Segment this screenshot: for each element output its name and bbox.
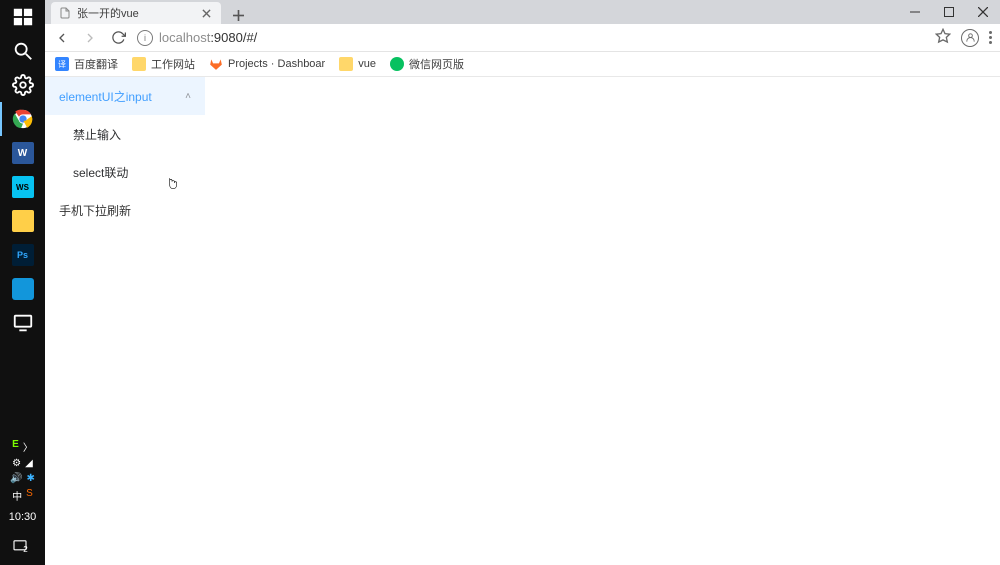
tray-sogou-icon[interactable]: S [26, 488, 33, 503]
menu-sub-select-link[interactable]: select联动 [45, 153, 205, 191]
close-icon [978, 7, 988, 17]
photoshop-icon: Ps [12, 244, 34, 266]
plus-icon [233, 10, 244, 21]
webstorm-icon: WS [12, 176, 34, 198]
bookmark-bar: 译 百度翻译 工作网站 Projects · Dashboar vue 微信网页… [45, 52, 1000, 77]
tab-title: 张一开的vue [77, 5, 139, 21]
taskbar-webstorm[interactable]: WS [0, 170, 45, 204]
profile-button[interactable] [961, 29, 979, 47]
volume-icon[interactable]: 🔊 [10, 473, 22, 484]
menu-item-elementui-input[interactable]: elementUI之input ˄ [45, 77, 205, 115]
maximize-icon [944, 7, 954, 17]
menu-label: 手机下拉刷新 [59, 202, 131, 219]
url-text: localhost:9080/#/ [159, 30, 257, 45]
translate-icon: 译 [55, 57, 69, 71]
chrome-window: 张一开的vue [45, 0, 1000, 565]
chrome-icon [12, 108, 34, 130]
forward-button[interactable] [81, 29, 99, 47]
bookmark-label: 工作网站 [151, 56, 195, 72]
close-icon [202, 9, 211, 18]
close-window-button[interactable] [966, 0, 1000, 24]
minimize-icon [910, 7, 920, 17]
wifi-icon[interactable]: ◢ [25, 458, 33, 469]
reload-icon [111, 30, 126, 45]
taskbar-mobile-app[interactable] [0, 272, 45, 306]
notification-badge: 2 [23, 545, 27, 554]
user-icon [965, 32, 976, 43]
tray-app-icon[interactable]: ✱ [27, 473, 35, 484]
content-area [205, 77, 1000, 565]
bookmark-label: vue [358, 58, 376, 70]
site-info-icon[interactable]: i [137, 30, 153, 46]
chevron-up-icon: ˄ [185, 91, 191, 102]
gear-icon [12, 74, 34, 96]
back-button[interactable] [53, 29, 71, 47]
start-button[interactable] [0, 0, 45, 34]
bookmark-gitlab[interactable]: Projects · Dashboar [209, 57, 325, 71]
page-viewport: elementUI之input ˄ 禁止输入 select联动 手机下拉刷新 [45, 77, 1000, 565]
taskbar-explorer[interactable] [0, 204, 45, 238]
arrow-right-icon [82, 30, 98, 46]
bookmark-baidu-translate[interactable]: 译 百度翻译 [55, 56, 118, 72]
folder-icon [132, 57, 146, 71]
menu-label: select联动 [73, 164, 128, 181]
ime-indicator[interactable]: 中 [12, 488, 22, 503]
wechat-icon [390, 57, 404, 71]
minimize-button[interactable] [898, 0, 932, 24]
taskbar-settings[interactable] [0, 68, 45, 102]
notification-center[interactable]: 2 [0, 533, 45, 559]
word-icon: W [12, 142, 34, 164]
taskbar-monitor-app[interactable] [0, 306, 45, 340]
menu-label: 禁止输入 [73, 126, 121, 143]
bookmark-label: 百度翻译 [74, 56, 118, 72]
taskbar-photoshop[interactable]: Ps [0, 238, 45, 272]
monitor-icon [12, 312, 34, 334]
mobile-icon [12, 278, 34, 300]
menu-sub-disable-input[interactable]: 禁止输入 [45, 115, 205, 153]
maximize-button[interactable] [932, 0, 966, 24]
address-bar[interactable]: i localhost:9080/#/ [137, 30, 925, 46]
search-icon [12, 40, 34, 62]
menu-label: elementUI之input [59, 88, 152, 105]
bookmark-folder-vue[interactable]: vue [339, 57, 376, 71]
windows-taskbar: W WS Ps E 〉 ⚙ ◢ [0, 0, 45, 565]
taskbar-search[interactable] [0, 34, 45, 68]
page-icon [59, 7, 71, 19]
bookmark-label: Projects · Dashboar [228, 58, 325, 70]
taskbar-word[interactable]: W [0, 136, 45, 170]
chevron-up-icon[interactable]: 〉 [23, 439, 33, 454]
taskbar-clock[interactable]: 10:30 [9, 505, 37, 533]
browser-tab[interactable]: 张一开的vue [51, 2, 221, 24]
tray-expand-icon[interactable]: E [12, 439, 19, 454]
windows-icon [12, 6, 34, 28]
window-controls [898, 0, 1000, 24]
folder-icon [339, 57, 353, 71]
bookmark-star-button[interactable] [935, 28, 951, 48]
folder-icon [12, 210, 34, 232]
reload-button[interactable] [109, 29, 127, 47]
network-icon[interactable]: ⚙ [12, 458, 21, 469]
arrow-left-icon [54, 30, 70, 46]
star-icon [935, 28, 951, 44]
kebab-dot-icon [989, 31, 992, 34]
new-tab-button[interactable] [227, 6, 249, 24]
side-menu: elementUI之input ˄ 禁止输入 select联动 手机下拉刷新 [45, 77, 205, 565]
chrome-menu-button[interactable] [989, 31, 992, 44]
taskbar-chrome[interactable] [0, 102, 45, 136]
browser-toolbar: i localhost:9080/#/ [45, 24, 1000, 52]
bookmark-wechat[interactable]: 微信网页版 [390, 56, 464, 72]
gitlab-icon [209, 57, 223, 71]
bookmark-folder-work[interactable]: 工作网站 [132, 56, 195, 72]
bookmark-label: 微信网页版 [409, 56, 464, 72]
tab-strip: 张一开的vue [45, 0, 1000, 24]
menu-item-mobile-refresh[interactable]: 手机下拉刷新 [45, 191, 205, 229]
tab-close-button[interactable] [199, 6, 213, 20]
